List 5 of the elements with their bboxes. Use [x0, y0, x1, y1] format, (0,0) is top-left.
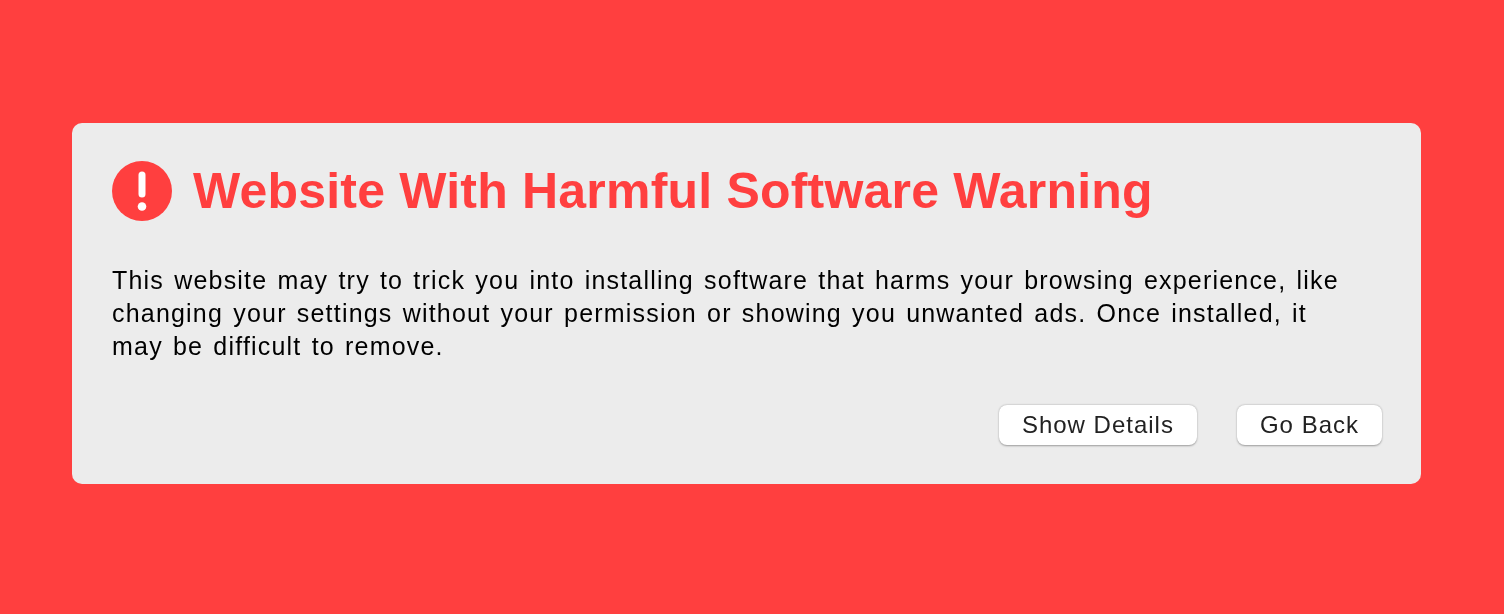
warning-message: This website may try to trick you into installing software that harms your browsing experience, like changing your settings without your permission or showing you unwanted ads. Once installed, it may be difficult to remove.	[112, 265, 1340, 362]
details-button[interactable]: Show Details	[998, 405, 1197, 445]
back-button[interactable]: Go Back	[1236, 405, 1382, 445]
warning-title: Website With Harmful Software Warning	[193, 162, 1153, 221]
warning-icon	[112, 161, 172, 221]
